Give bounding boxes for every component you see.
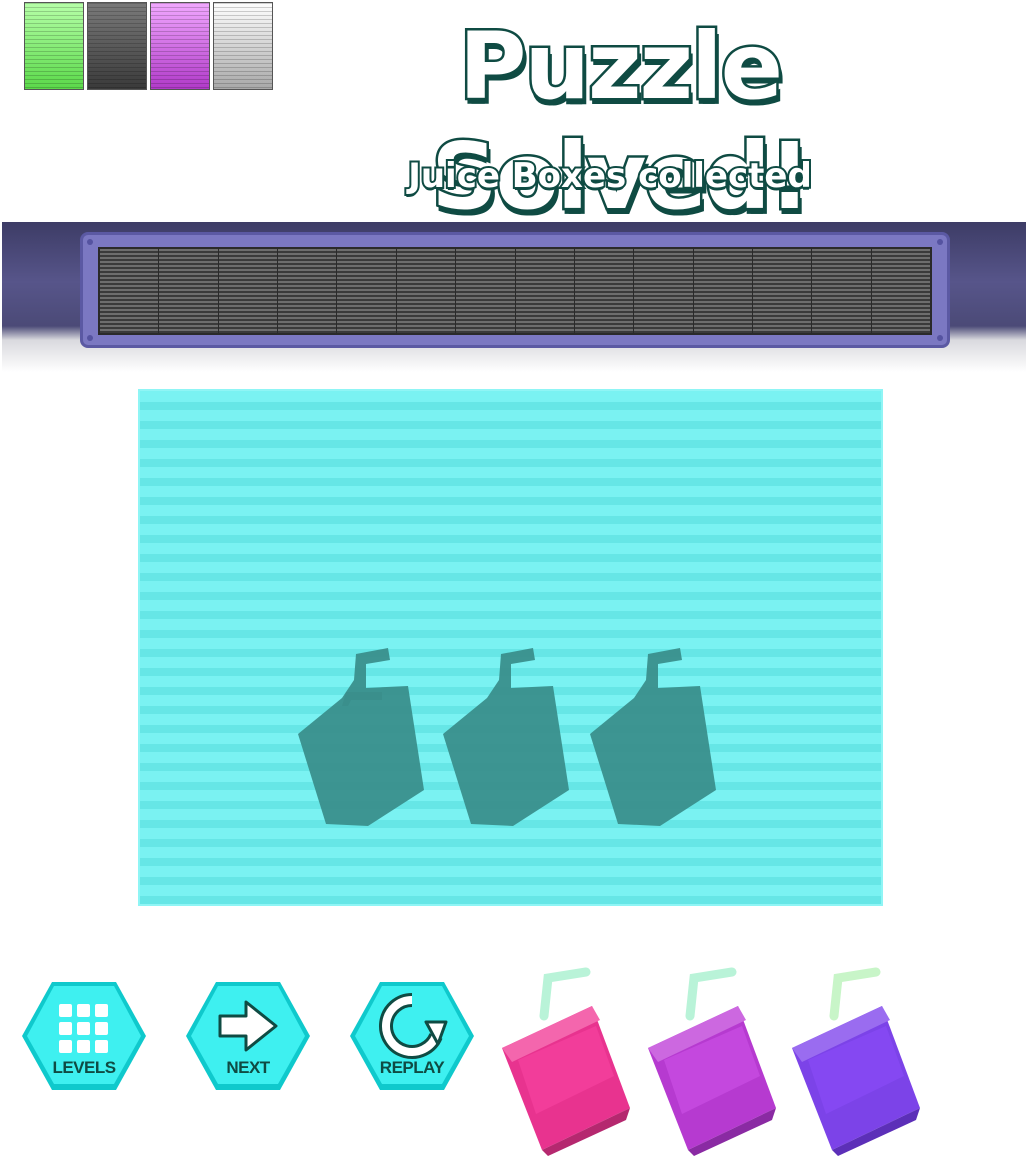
juice-box-slot-icon <box>296 640 426 830</box>
next-button[interactable]: NEXT <box>184 978 312 1094</box>
green-swatch <box>24 2 84 90</box>
juice-box-slot-icon <box>441 640 571 830</box>
levels-button[interactable]: LEVELS <box>20 978 148 1094</box>
grill-cell <box>159 249 219 333</box>
grill-cell <box>872 249 930 333</box>
juice-box-slot-icon <box>588 640 718 830</box>
grill-cell <box>575 249 635 333</box>
grill-cell <box>456 249 516 333</box>
grill-cell <box>278 249 338 333</box>
page-title: Puzzle Solved! <box>429 11 813 233</box>
replay-label: REPLAY <box>379 1058 445 1077</box>
grill-cell <box>100 249 160 333</box>
grill-cell <box>219 249 279 333</box>
purple-swatch <box>150 2 210 90</box>
grill-cell <box>337 249 397 333</box>
juice-box-purple-icon <box>642 964 782 1156</box>
replay-button[interactable]: REPLAY <box>348 978 476 1094</box>
juice-box-pink-icon <box>496 964 636 1156</box>
juice-box-violet-icon <box>786 964 926 1156</box>
gray-swatch <box>87 2 147 90</box>
white-swatch <box>213 2 273 90</box>
next-label: NEXT <box>226 1058 270 1077</box>
grill-cell <box>694 249 753 333</box>
levels-label: LEVELS <box>52 1058 116 1077</box>
grill-cell <box>634 249 694 333</box>
grill-cell <box>397 249 457 333</box>
vent-grill <box>98 247 932 335</box>
page-subtitle: Juice Boxes collected <box>406 154 814 198</box>
grill-cell <box>753 249 813 333</box>
grill-cell <box>516 249 575 333</box>
grill-cell <box>812 249 872 333</box>
